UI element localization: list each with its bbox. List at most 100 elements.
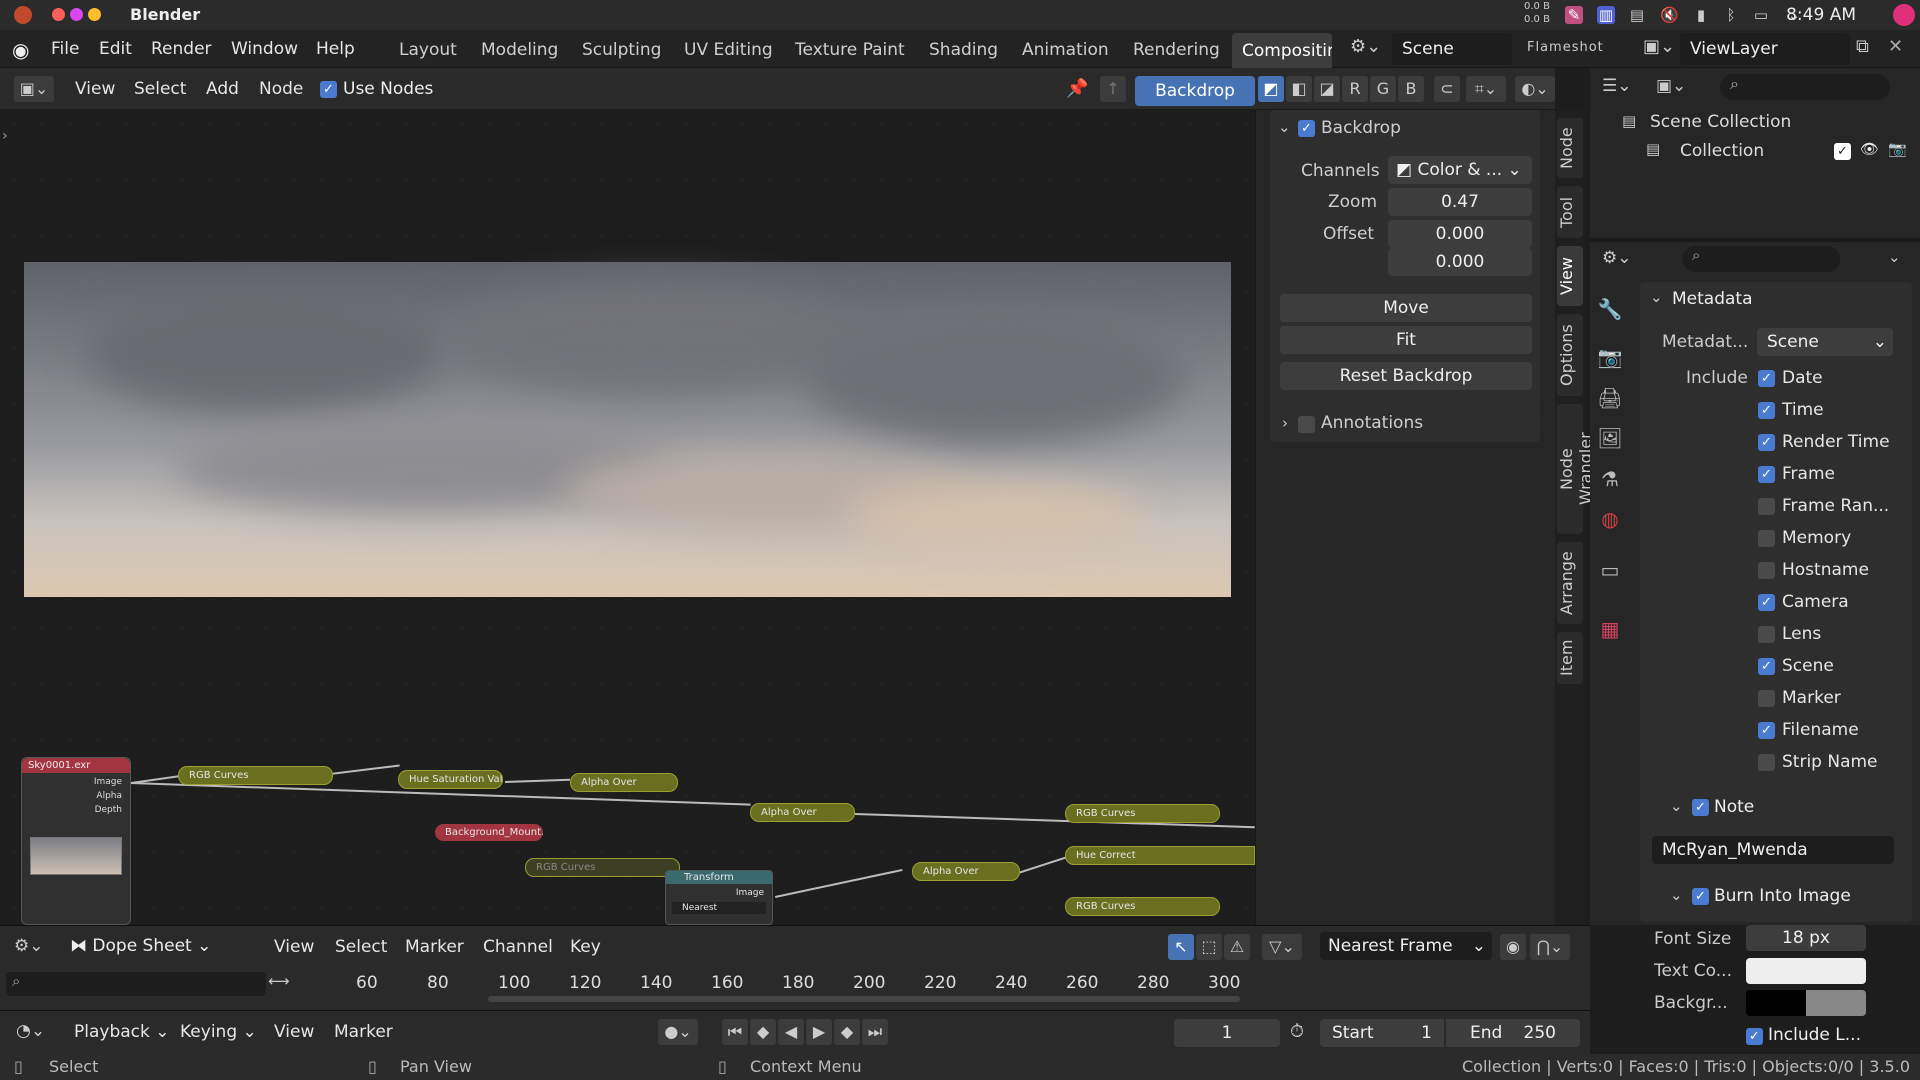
chevron-down-icon[interactable]: ⌄ [1278, 118, 1291, 136]
tab-rendering[interactable]: Rendering [1133, 40, 1220, 60]
rgb-curves-node-2[interactable]: RGB Curves [1065, 804, 1220, 823]
pin-icon[interactable]: 📌 [1066, 78, 1088, 99]
view-layer-properties-icon[interactable]: 🖼 [1590, 426, 1630, 450]
play-reverse-icon[interactable]: ◀ [778, 1019, 804, 1045]
keying-menu[interactable]: Keying ⌄ [180, 1022, 257, 1042]
metadata-include-checkbox[interactable]: ✓ [1758, 658, 1775, 675]
fit-button[interactable]: Fit [1280, 326, 1532, 354]
play-icon[interactable]: ▶ [806, 1019, 832, 1045]
offset-y-field[interactable]: 0.000 [1388, 248, 1532, 276]
metadata-include-checkbox[interactable] [1758, 562, 1775, 579]
collection-exclude-checkbox[interactable]: ✓ [1834, 143, 1851, 160]
jump-start-icon[interactable]: ⏮ [722, 1019, 748, 1045]
dope-mode-dropdown[interactable]: ⧓ Dope Sheet ⌄ [70, 936, 211, 956]
chevron-down-icon[interactable]: ⌄ [1650, 288, 1663, 306]
image-node[interactable]: Sky0001.exr Image Alpha Depth [21, 757, 131, 925]
menu-edit[interactable]: Edit [99, 39, 132, 59]
properties-search-input[interactable]: ⌕ [1682, 246, 1840, 272]
parent-tree-icon[interactable]: ↑ [1100, 76, 1126, 102]
dope-menu-key[interactable]: Key [570, 937, 601, 957]
menu-help[interactable]: Help [316, 39, 355, 59]
tab-view[interactable]: View [1557, 246, 1583, 306]
rgb-curves-node-4[interactable]: RGB Curves [1065, 897, 1220, 916]
text-color-swatch[interactable] [1746, 958, 1866, 984]
zoom-field[interactable]: 0.47 [1388, 188, 1532, 216]
alpha-over-node-3[interactable]: Alpha Over [912, 862, 1020, 881]
rgb-curves-node-3[interactable]: RGB Curves [525, 858, 680, 877]
playback-menu[interactable]: Playback ⌄ [74, 1022, 170, 1042]
dope-search-input[interactable]: ⌕ [6, 972, 266, 996]
metadata-include-checkbox[interactable] [1758, 498, 1775, 515]
toolbar-expand-icon[interactable]: › [2, 128, 8, 144]
backdrop-toggle[interactable]: Backdrop [1135, 76, 1255, 106]
texture-properties-icon[interactable]: ▦ [1590, 617, 1630, 641]
metadata-include-checkbox[interactable] [1758, 690, 1775, 707]
backdrop-enable-checkbox[interactable]: ✓ [1298, 120, 1315, 137]
editor-type-icon[interactable]: ▣⌄ [14, 76, 54, 102]
chevron-right-icon[interactable]: › [1282, 414, 1288, 432]
clipboard-icon[interactable]: ▤ [1628, 6, 1646, 24]
red-channel-button[interactable]: R [1342, 76, 1368, 102]
menu-select[interactable]: Select [134, 79, 186, 99]
viewlayer-name-field[interactable]: ViewLayer [1680, 33, 1850, 65]
transform-filter-select[interactable]: Nearest [672, 902, 766, 914]
alpha-over-node-2[interactable]: Alpha Over [750, 803, 855, 822]
menu-render[interactable]: Render [151, 39, 212, 59]
tab-texture-paint[interactable]: Texture Paint [795, 40, 905, 60]
record-icon[interactable]: ●⌄ [658, 1019, 698, 1045]
scene-properties-icon[interactable]: ⚗ [1590, 467, 1630, 491]
font-size-field[interactable]: 18 px [1746, 925, 1866, 951]
metadata-include-checkbox[interactable] [1758, 530, 1775, 547]
select-tool-icon[interactable]: ↖ [1168, 934, 1194, 960]
snap-mode-dropdown[interactable]: Nearest Frame ⌄ [1320, 932, 1492, 960]
color-alpha-icon[interactable]: ◩ [1258, 76, 1284, 102]
jump-end-icon[interactable]: ⏭ [862, 1019, 888, 1045]
chevron-down-icon[interactable]: ⌄ [1888, 248, 1901, 266]
metadata-include-checkbox[interactable] [1758, 754, 1775, 771]
tab-arrange[interactable]: Arrange [1557, 542, 1583, 624]
viewlayer-icon[interactable]: ▣⌄ [1643, 36, 1675, 57]
dope-menu-select[interactable]: Select [335, 937, 387, 957]
dope-menu-channel[interactable]: Channel [483, 937, 553, 957]
menu-window[interactable]: Window [231, 39, 298, 59]
arrows-icon[interactable]: ⟷ [268, 972, 290, 990]
tab-shading[interactable]: Shading [929, 40, 998, 60]
timeline-menu-view[interactable]: View [274, 1022, 314, 1042]
scene-name-field[interactable]: Scene [1392, 33, 1512, 65]
dope-menu-view[interactable]: View [274, 937, 314, 957]
blue-channel-button[interactable]: B [1398, 76, 1424, 102]
hue-correct-node[interactable]: Hue Correct [1065, 846, 1255, 865]
metadata-include-checkbox[interactable]: ✓ [1758, 466, 1775, 483]
minimize-window-button[interactable] [70, 8, 83, 21]
tab-tool[interactable]: Tool [1557, 186, 1583, 238]
start-frame-field[interactable]: Start 1 [1320, 1019, 1444, 1047]
metadata-include-checkbox[interactable]: ✓ [1758, 434, 1775, 451]
collection-label[interactable]: Collection [1680, 141, 1764, 161]
background-mount-node[interactable]: Background_Mount... [435, 824, 543, 841]
tab-uv-editing[interactable]: UV Editing [684, 40, 773, 60]
move-button[interactable]: Move [1280, 294, 1532, 322]
channels-dropdown[interactable]: ◩ Color & ... ⌄ [1388, 156, 1532, 184]
collection-properties-icon[interactable]: ▭ [1590, 558, 1630, 582]
timeline-scrollbar[interactable] [488, 996, 1240, 1002]
box-select-icon[interactable]: ⬚ [1196, 934, 1222, 960]
alpha-over-node-1[interactable]: Alpha Over [570, 773, 678, 792]
tab-node-wrangler[interactable]: Node Wrangler [1557, 404, 1595, 534]
reset-backdrop-button[interactable]: Reset Backdrop [1280, 362, 1532, 390]
current-frame-field[interactable]: 1 [1174, 1019, 1280, 1047]
menu-node[interactable]: Node [259, 79, 303, 99]
tab-compositing[interactable]: Compositing [1232, 33, 1332, 69]
world-properties-icon[interactable]: ◍ [1590, 507, 1630, 531]
eye-icon[interactable]: 👁 [1860, 140, 1879, 158]
output-properties-icon[interactable]: 🖨 [1590, 386, 1630, 410]
metadata-dropdown[interactable]: Scene ⌄ [1757, 328, 1893, 356]
camera-render-icon[interactable]: 📷 [1888, 140, 1907, 158]
prev-keyframe-icon[interactable]: ◆ [750, 1019, 776, 1045]
scene-selector-icon[interactable]: ⚙⌄ [1350, 36, 1381, 57]
chevron-down-icon[interactable]: ⌄ [1670, 797, 1683, 815]
bluetooth-icon[interactable]: ᛒ [1722, 6, 1740, 24]
render-properties-icon[interactable]: 📷 [1590, 345, 1630, 369]
tab-modeling[interactable]: Modeling [481, 40, 558, 60]
close-window-button[interactable] [52, 8, 65, 21]
tab-options[interactable]: Options [1557, 314, 1583, 396]
